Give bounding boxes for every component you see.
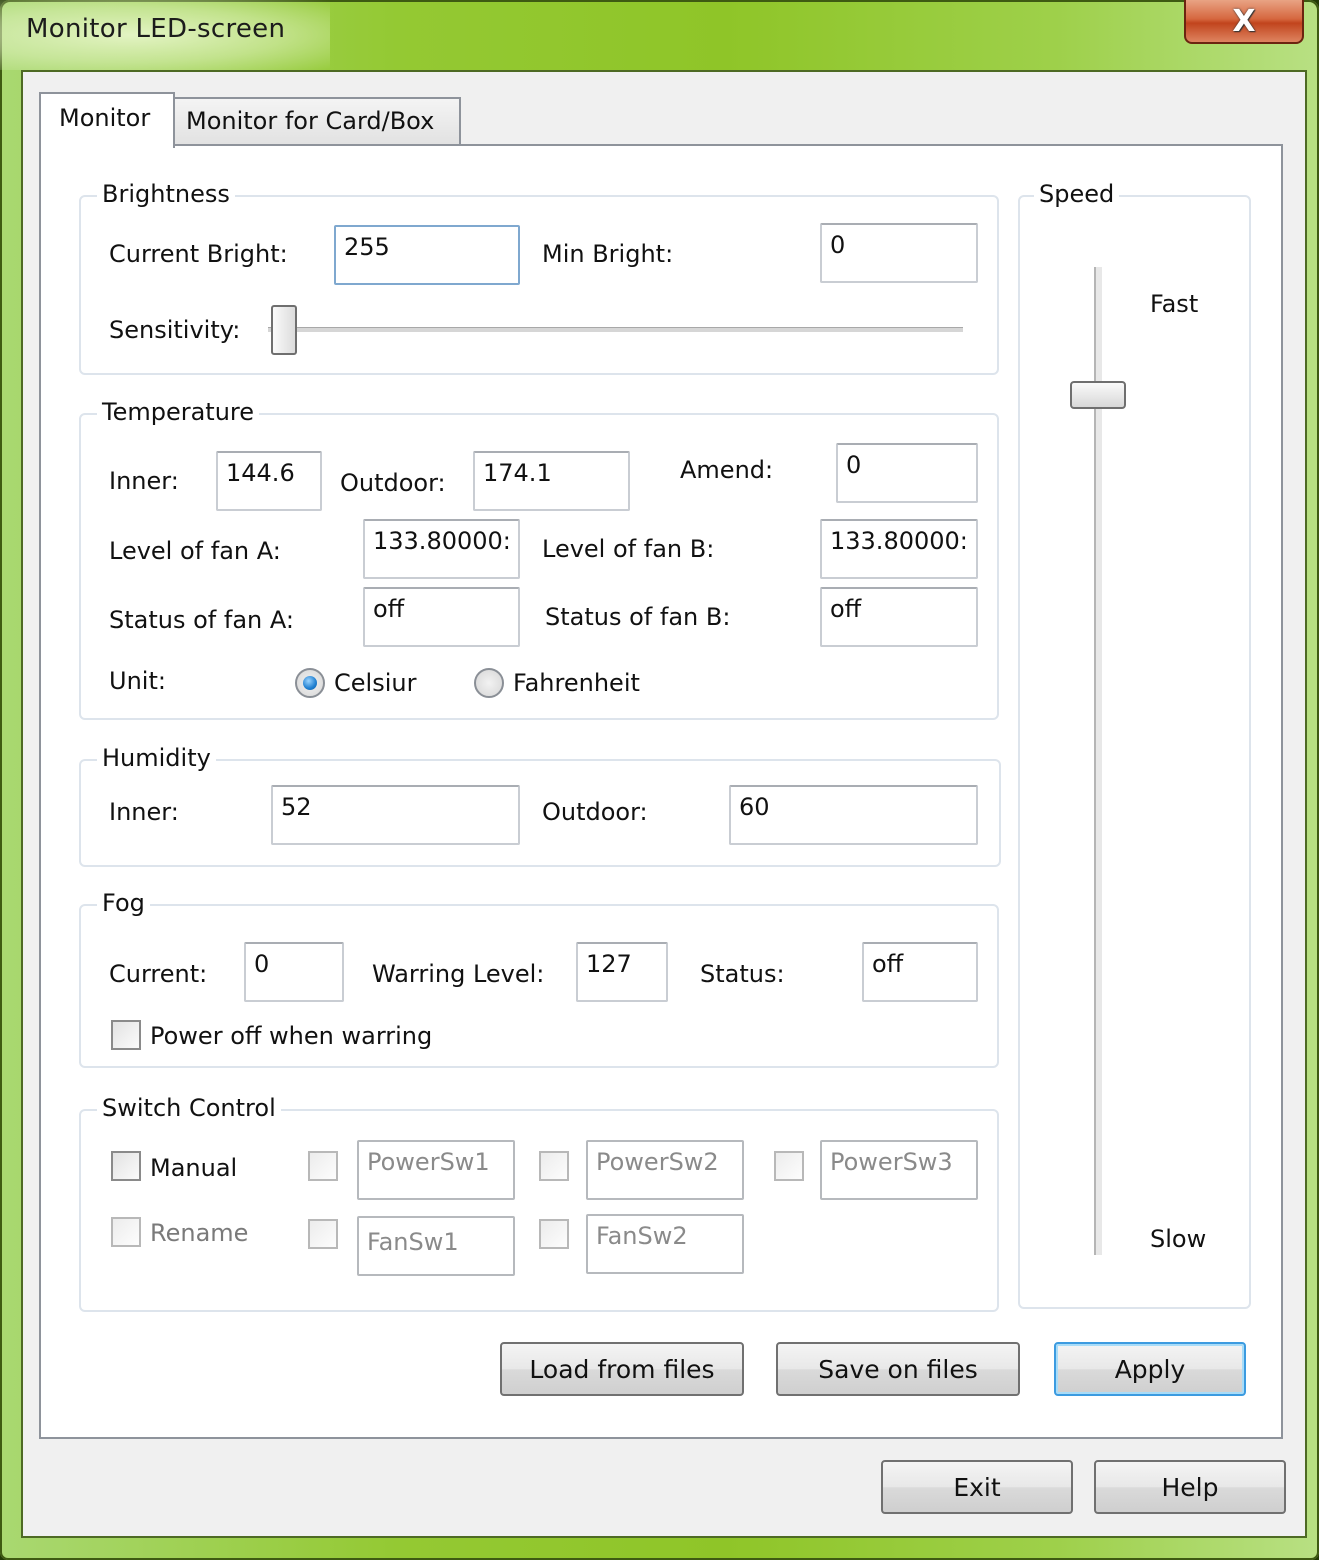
amend-label: Amend:: [680, 456, 774, 484]
window-frame: Monitor LED-screen X Monitor for Card/Bo…: [0, 0, 1319, 1560]
brightness-group-title: Brightness: [97, 180, 235, 208]
speed-group-title: Speed: [1034, 180, 1120, 208]
temp-inner-label: Inner:: [109, 467, 179, 495]
fog-status-label: Status:: [700, 960, 785, 988]
fan-b-level-label: Level of fan B:: [542, 535, 715, 563]
warning-level-field[interactable]: 127: [576, 942, 668, 1002]
fan-sw1-field[interactable]: FanSw1: [357, 1216, 515, 1276]
humidity-inner-field[interactable]: 52: [271, 785, 520, 845]
rename-label[interactable]: Rename: [150, 1219, 248, 1247]
power-sw1-field[interactable]: PowerSw1: [357, 1140, 515, 1200]
sensitivity-slider-track[interactable]: [268, 327, 963, 332]
power-off-when-warning-checkbox[interactable]: [111, 1020, 141, 1050]
fog-status-field[interactable]: off: [862, 942, 978, 1002]
window-title: Monitor LED-screen: [26, 14, 286, 44]
fan-b-status-field[interactable]: off: [820, 587, 978, 647]
speed-group: Speed: [1018, 180, 1251, 1309]
fahrenheit-radio[interactable]: [474, 668, 504, 698]
fan-a-status-label: Status of fan A:: [109, 606, 294, 634]
power-sw2-checkbox[interactable]: [539, 1151, 569, 1181]
power-sw1-checkbox[interactable]: [308, 1151, 338, 1181]
fan-b-level-field[interactable]: 133.80000:: [820, 519, 978, 579]
speed-slider-thumb[interactable]: [1070, 381, 1126, 410]
manual-checkbox[interactable]: [111, 1151, 141, 1181]
amend-field[interactable]: 0: [836, 443, 978, 503]
fahrenheit-label[interactable]: Fahrenheit: [513, 669, 640, 697]
apply-button[interactable]: Apply: [1054, 1342, 1246, 1396]
min-bright-label: Min Bright:: [542, 240, 674, 268]
rename-checkbox[interactable]: [111, 1217, 141, 1247]
celsius-label[interactable]: Celsiur: [334, 669, 416, 697]
current-bright-field[interactable]: 255: [334, 225, 520, 285]
tab-monitor[interactable]: Monitor: [39, 92, 175, 148]
save-on-files-button[interactable]: Save on files: [776, 1342, 1020, 1396]
temp-outdoor-label: Outdoor:: [340, 469, 446, 497]
temp-outdoor-field[interactable]: 174.1: [473, 451, 630, 511]
sensitivity-slider-thumb[interactable]: [271, 305, 297, 355]
fan-sw1-checkbox[interactable]: [308, 1219, 338, 1249]
humidity-outdoor-field[interactable]: 60: [729, 785, 978, 845]
exit-button[interactable]: Exit: [881, 1460, 1073, 1514]
temperature-group-title: Temperature: [97, 398, 260, 426]
unit-label: Unit:: [109, 667, 166, 695]
fog-current-field[interactable]: 0: [244, 942, 344, 1002]
humidity-outdoor-label: Outdoor:: [542, 798, 648, 826]
fan-a-level-label: Level of fan A:: [109, 537, 281, 565]
close-button[interactable]: X: [1184, 0, 1304, 44]
speed-slider-track[interactable]: [1094, 267, 1102, 1255]
fan-a-status-field[interactable]: off: [363, 587, 520, 647]
fog-group-title: Fog: [97, 889, 150, 917]
load-from-files-button[interactable]: Load from files: [500, 1342, 744, 1396]
fan-a-level-field[interactable]: 133.80000:: [363, 519, 520, 579]
humidity-group-title: Humidity: [97, 744, 216, 772]
power-sw3-checkbox[interactable]: [774, 1151, 804, 1181]
switch-control-group-title: Switch Control: [97, 1094, 281, 1122]
help-button[interactable]: Help: [1094, 1460, 1286, 1514]
current-bright-label: Current Bright:: [109, 240, 288, 268]
fan-b-status-label: Status of fan B:: [545, 603, 731, 631]
fan-sw2-checkbox[interactable]: [539, 1219, 569, 1249]
brightness-group: Brightness: [79, 180, 999, 375]
power-sw2-field[interactable]: PowerSw2: [586, 1140, 744, 1200]
close-icon: X: [1232, 3, 1256, 39]
fan-sw2-field[interactable]: FanSw2: [586, 1214, 744, 1274]
humidity-inner-label: Inner:: [109, 798, 179, 826]
tab-monitor-card-box[interactable]: Monitor for Card/Box: [173, 97, 461, 146]
min-bright-field[interactable]: 0: [820, 223, 978, 283]
speed-fast-label: Fast: [1150, 290, 1199, 318]
power-off-when-warning-label[interactable]: Power off when warring: [150, 1022, 432, 1050]
warning-level-label: Warring Level:: [372, 960, 545, 988]
speed-slow-label: Slow: [1150, 1225, 1207, 1253]
manual-label[interactable]: Manual: [150, 1154, 237, 1182]
temp-inner-field[interactable]: 144.6: [216, 451, 322, 511]
fog-current-label: Current:: [109, 960, 208, 988]
celsius-radio[interactable]: [295, 668, 325, 698]
sensitivity-label: Sensitivity:: [109, 316, 241, 344]
power-sw3-field[interactable]: PowerSw3: [820, 1140, 978, 1200]
